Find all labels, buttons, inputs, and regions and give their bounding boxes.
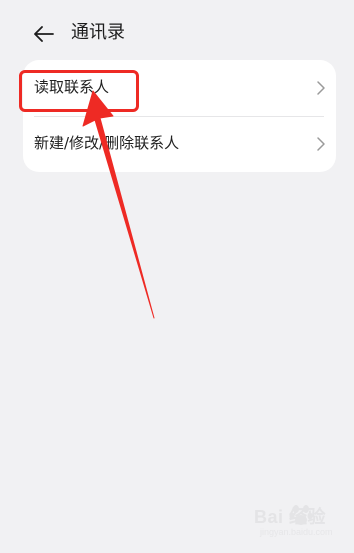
- watermark-url: jingyan.baidu.com: [260, 527, 333, 537]
- chevron-right-icon: [317, 81, 325, 95]
- header-bar: 通讯录: [0, 0, 354, 64]
- list-item-read-contacts[interactable]: 读取联系人: [23, 60, 336, 116]
- permission-card: 读取联系人 新建/修改/删除联系人: [23, 60, 336, 172]
- list-item-label: 新建/修改/删除联系人: [34, 134, 180, 152]
- back-button[interactable]: [28, 20, 60, 48]
- page-title: 通讯录: [71, 22, 125, 43]
- baidu-jingyan-watermark: Bai 经验 jingyan.baidu.com: [226, 495, 344, 543]
- list-item-edit-contacts[interactable]: 新建/修改/删除联系人: [23, 116, 336, 172]
- arrow-left-icon: [34, 26, 54, 42]
- watermark-brand: Bai 经验: [254, 507, 327, 527]
- chevron-right-icon: [317, 137, 325, 151]
- list-item-label: 读取联系人: [34, 78, 110, 96]
